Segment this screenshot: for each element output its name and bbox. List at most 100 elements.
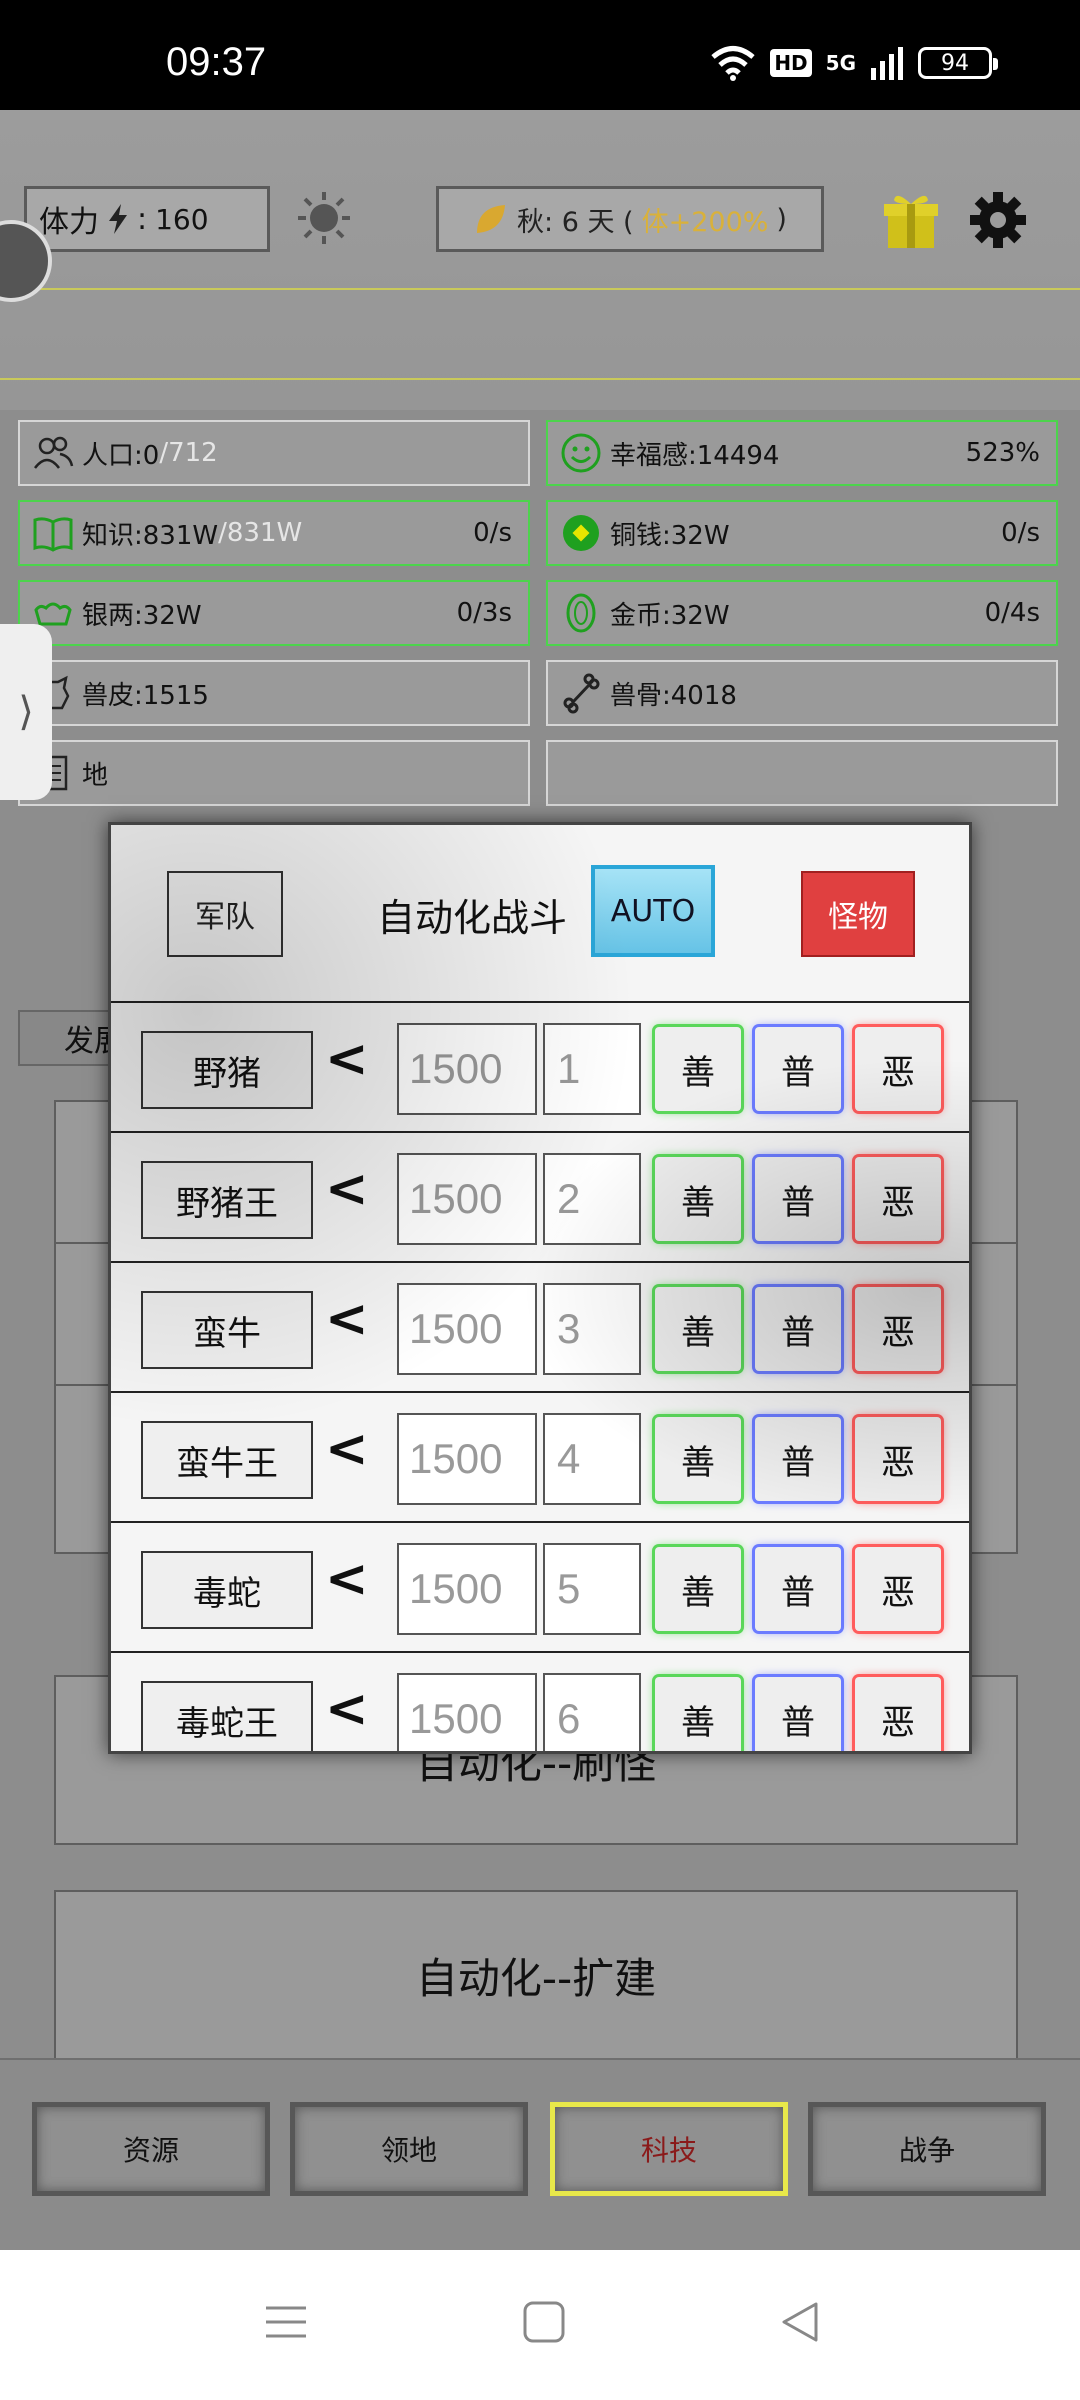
stat-hide: 兽皮:1515	[18, 660, 530, 726]
dialog-title: 自动化战斗	[377, 896, 568, 940]
threshold-input[interactable]: 1500	[397, 1413, 537, 1505]
count-input[interactable]: 2	[543, 1153, 641, 1245]
nav-technology[interactable]: 科技	[550, 2102, 788, 2196]
stat-copper: 铜钱:32W 0/s	[546, 500, 1058, 566]
stat-rate: 0/3s	[456, 598, 512, 628]
dialog-header: 军队 自动化战斗 AUTO 怪物	[111, 825, 969, 1001]
evil-toggle[interactable]: 恶	[855, 1547, 941, 1631]
nav-war[interactable]: 战争	[808, 2102, 1046, 2196]
stat-rate: 0/4s	[984, 598, 1040, 628]
stat-capacity: /831W	[218, 518, 303, 548]
smiley-icon	[561, 433, 601, 473]
stat-label: 铜钱:32W	[610, 520, 730, 551]
count-input[interactable]: 1	[543, 1023, 641, 1115]
stat-slot-empty	[546, 740, 1058, 806]
game-screen: 体力 : 160 秋: 6 天 (体+200%) 人口:0 /712 幸福感:1…	[0, 110, 1080, 2250]
stamina-label: 体力	[39, 205, 99, 240]
season-close: )	[776, 203, 787, 235]
monster-name: 蛮牛	[141, 1291, 313, 1369]
stat-label: 兽皮:1515	[82, 680, 209, 711]
less-than-sign: <	[325, 1419, 369, 1479]
stat-silver: 银两:32W 0/3s	[18, 580, 530, 646]
nav-territory[interactable]: 领地	[290, 2102, 528, 2196]
monster-name: 毒蛇	[141, 1551, 313, 1629]
stat-label: 银两:32W	[82, 600, 202, 631]
threshold-input[interactable]: 1500	[397, 1543, 537, 1635]
nav-resources[interactable]: 资源	[32, 2102, 270, 2196]
good-toggle[interactable]: 善	[655, 1677, 741, 1751]
stat-label: 金币:32W	[610, 600, 730, 631]
gold-coin-icon	[566, 593, 596, 633]
good-toggle[interactable]: 善	[655, 1027, 741, 1111]
good-toggle[interactable]: 善	[655, 1547, 741, 1631]
normal-toggle[interactable]: 普	[755, 1677, 841, 1751]
battery-level: 94	[941, 50, 969, 76]
sun-icon[interactable]	[296, 190, 352, 246]
monster-row: 野猪 < 1500 1 善 普 恶	[111, 1001, 969, 1131]
threshold-input[interactable]: 1500	[397, 1023, 537, 1115]
lightning-icon	[109, 204, 127, 234]
threshold-input[interactable]: 1500	[397, 1153, 537, 1245]
stat-label: 知识:831W	[82, 520, 219, 551]
monster-row: 蛮牛王 < 1500 4 善 普 恶	[111, 1391, 969, 1521]
home-icon[interactable]	[520, 2298, 568, 2346]
count-input[interactable]: 6	[543, 1673, 641, 1751]
less-than-sign: <	[325, 1679, 369, 1739]
network-type: 5G	[825, 51, 856, 75]
evil-toggle[interactable]: 恶	[855, 1287, 941, 1371]
less-than-sign: <	[325, 1289, 369, 1349]
stat-label: 兽骨:4018	[610, 680, 737, 711]
good-toggle[interactable]: 善	[655, 1417, 741, 1501]
stat-rate: 0/s	[1001, 518, 1040, 548]
status-icons: HD 5G 94	[710, 44, 998, 82]
normal-toggle[interactable]: 普	[755, 1547, 841, 1631]
back-icon[interactable]	[776, 2298, 824, 2346]
auto-expand-button[interactable]: 自动化--扩建	[54, 1890, 1018, 2060]
gear-icon[interactable]	[968, 190, 1028, 250]
count-input[interactable]: 3	[543, 1283, 641, 1375]
monster-row: 野猪王 < 1500 2 善 普 恶	[111, 1131, 969, 1261]
season-bonus: 体+200%	[641, 206, 769, 238]
leaf-icon	[477, 205, 506, 233]
threshold-input[interactable]: 1500	[397, 1283, 537, 1375]
evil-toggle[interactable]: 恶	[855, 1157, 941, 1241]
good-toggle[interactable]: 善	[655, 1287, 741, 1371]
side-drawer-handle[interactable]: ⟩	[0, 624, 52, 800]
evil-toggle[interactable]: 恶	[855, 1027, 941, 1111]
count-input[interactable]: 5	[543, 1543, 641, 1635]
stat-gold: 金币:32W 0/4s	[546, 580, 1058, 646]
monster-button[interactable]: 怪物	[801, 871, 915, 957]
good-toggle[interactable]: 善	[655, 1157, 741, 1241]
stat-rate: 0/s	[473, 518, 512, 548]
hd-badge: HD	[770, 49, 812, 77]
stamina-display: 体力 : 160	[24, 186, 270, 252]
normal-toggle[interactable]: 普	[755, 1027, 841, 1111]
monster-name: 野猪王	[141, 1161, 313, 1239]
signal-icon	[871, 47, 903, 80]
less-than-sign: <	[325, 1029, 369, 1089]
stat-population: 人口:0/712	[18, 420, 530, 486]
normal-toggle[interactable]: 普	[755, 1417, 841, 1501]
auto-toggle-button[interactable]: AUTO	[591, 865, 715, 957]
divider	[0, 288, 1080, 290]
gift-icon[interactable]	[882, 190, 940, 250]
status-bar: 09:37 HD 5G 94	[0, 0, 1080, 110]
chevron-right-icon: ⟩	[18, 689, 34, 735]
threshold-input[interactable]: 1500	[397, 1673, 537, 1751]
stat-capacity: /712	[159, 438, 218, 468]
stat-label: 幸福感:14494	[610, 440, 780, 471]
monster-row: 毒蛇王 < 1500 6 善 普 恶	[111, 1651, 969, 1751]
stat-land: 地	[18, 740, 530, 806]
normal-toggle[interactable]: 普	[755, 1157, 841, 1241]
count-input[interactable]: 4	[543, 1413, 641, 1505]
auto-battle-dialog: 军队 自动化战斗 AUTO 怪物 野猪 < 1500 1 善 普 恶 野猪王 <…	[108, 822, 972, 1754]
army-button[interactable]: 军队	[167, 871, 283, 957]
evil-toggle[interactable]: 恶	[855, 1417, 941, 1501]
stat-label: 地	[82, 760, 109, 791]
normal-toggle[interactable]: 普	[755, 1287, 841, 1371]
wifi-icon	[711, 46, 755, 81]
bone-icon	[563, 673, 600, 714]
monster-row: 蛮牛 < 1500 3 善 普 恶	[111, 1261, 969, 1391]
evil-toggle[interactable]: 恶	[855, 1677, 941, 1751]
menu-icon[interactable]	[262, 2298, 310, 2346]
